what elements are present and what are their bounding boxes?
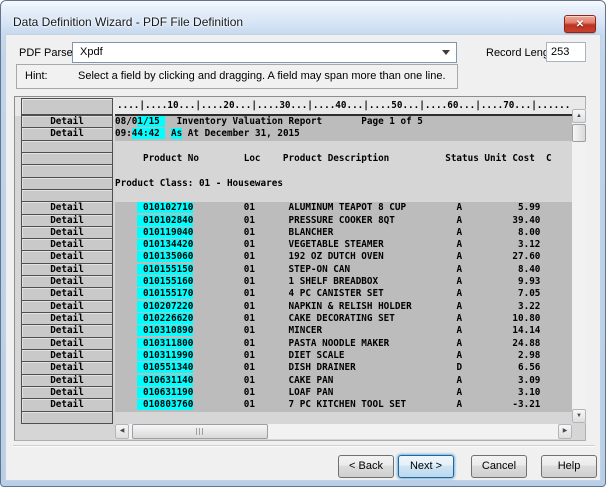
selected-field-highlight: 010226620 bbox=[137, 313, 193, 324]
selected-field-highlight: 010135060 bbox=[137, 251, 193, 262]
scroll-right-icon[interactable]: ▶ bbox=[558, 424, 572, 439]
horizontal-scrollbar[interactable]: ◀ ▶ bbox=[115, 424, 572, 439]
close-button[interactable]: ✕ bbox=[564, 15, 596, 33]
hint-box: Hint: Select a field by clicking and dra… bbox=[16, 64, 458, 89]
selected-field-highlight: 010551340 bbox=[137, 362, 193, 373]
scrollbar-grip bbox=[196, 428, 204, 435]
window-title: Data Definition Wizard - PDF File Defini… bbox=[13, 15, 243, 29]
column-ruler: ....|....10...|....20...|....30...|....4… bbox=[117, 100, 573, 111]
row-data[interactable]: 09:44:42 As At December 31, 2015 bbox=[115, 128, 572, 140]
scroll-down-icon[interactable]: ▼ bbox=[572, 409, 586, 423]
selected-field-highlight: 44:42 bbox=[132, 128, 166, 139]
row-data[interactable] bbox=[115, 165, 572, 177]
pdf-parser-value: Xpdf bbox=[80, 46, 103, 58]
row-data[interactable]: 010207220 01 NAPKIN & RELISH HOLDER A 3.… bbox=[115, 301, 572, 313]
back-button[interactable]: < Back bbox=[338, 455, 394, 478]
selected-field-highlight: 010134420 bbox=[137, 239, 193, 250]
selected-field-highlight: 010119040 bbox=[137, 227, 193, 238]
hint-text: Select a field by clicking and dragging.… bbox=[78, 70, 446, 82]
grid-row bbox=[15, 412, 585, 424]
row-data[interactable] bbox=[115, 141, 572, 153]
row-data[interactable] bbox=[115, 190, 572, 202]
row-data[interactable]: 010134420 01 VEGETABLE STEAMER A 3.12 bbox=[115, 239, 572, 251]
dialog-window: Data Definition Wizard - PDF File Defini… bbox=[0, 0, 606, 487]
selected-field-highlight: As bbox=[171, 128, 182, 139]
vertical-scrollbar-thumb[interactable] bbox=[572, 124, 586, 142]
selected-field-highlight: 010102840 bbox=[137, 215, 193, 226]
scroll-left-icon[interactable]: ◀ bbox=[115, 424, 129, 439]
row-type-cell[interactable] bbox=[21, 411, 113, 425]
row-data[interactable]: 010155170 01 4 PC CANISTER SET A 7.05 bbox=[115, 288, 572, 300]
row-data[interactable]: 010102840 01 PRESSURE COOKER 8QT A 39.40 bbox=[115, 215, 572, 227]
record-length-input[interactable] bbox=[546, 42, 586, 62]
row-data[interactable]: Product Class: 01 - Housewares bbox=[115, 178, 572, 190]
next-button[interactable]: Next > bbox=[398, 455, 454, 478]
button-area-divider bbox=[13, 445, 595, 447]
row-data[interactable]: Product No Loc Product Description Statu… bbox=[115, 153, 572, 165]
vertical-scrollbar[interactable]: ▲ ▼ bbox=[572, 109, 586, 423]
row-data[interactable]: 010310890 01 MINCER A 14.14 bbox=[115, 325, 572, 337]
pdf-parser-select[interactable]: Xpdf bbox=[72, 42, 457, 63]
selected-field-highlight: 1/15 bbox=[137, 116, 165, 127]
row-data[interactable]: 010119040 01 BLANCHER A 8.00 bbox=[115, 227, 572, 239]
close-icon: ✕ bbox=[565, 18, 595, 31]
horizontal-scrollbar-thumb[interactable] bbox=[132, 424, 268, 439]
selected-field-highlight: 010207220 bbox=[137, 301, 193, 312]
selected-field-highlight: 010155160 bbox=[137, 276, 193, 287]
row-data[interactable]: 010226620 01 CAKE DECORATING SET A 10.80 bbox=[115, 313, 572, 325]
selected-field-highlight: 010311990 bbox=[137, 350, 193, 361]
title-bar: Data Definition Wizard - PDF File Defini… bbox=[1, 1, 605, 34]
help-button[interactable]: Help bbox=[541, 455, 597, 478]
row-data[interactable]: 010155160 01 1 SHELF BREADBOX A 9.93 bbox=[115, 276, 572, 288]
field-selection-grid: ....|....10...|....20...|....30...|....4… bbox=[14, 96, 586, 441]
selected-field-highlight: 010631190 bbox=[137, 387, 193, 398]
report-rows: Detail08/01/15 Inventory Valuation Repor… bbox=[15, 116, 585, 424]
selected-field-highlight: 010155150 bbox=[137, 264, 193, 275]
selected-field-highlight: 010631140 bbox=[137, 375, 193, 386]
cancel-button[interactable]: Cancel bbox=[471, 455, 527, 478]
row-data[interactable]: 010311800 01 PASTA NOODLE MAKER A 24.88 bbox=[115, 338, 572, 350]
row-type-header-cell bbox=[21, 98, 113, 115]
chevron-down-icon bbox=[442, 50, 450, 55]
row-data[interactable]: 010551340 01 DISH DRAINER D 6.56 bbox=[115, 362, 572, 374]
selected-field-highlight: 010310890 bbox=[137, 325, 193, 336]
row-data[interactable]: 010631140 01 CAKE PAN A 3.09 bbox=[115, 375, 572, 387]
scroll-up-icon[interactable]: ▲ bbox=[572, 109, 586, 123]
row-data[interactable]: 08/01/15 Inventory Valuation Report Page… bbox=[115, 116, 572, 128]
row-data[interactable]: 010631190 01 LOAF PAN A 3.10 bbox=[115, 387, 572, 399]
selected-field-highlight: 010803760 bbox=[137, 399, 193, 410]
row-data[interactable]: 010102710 01 ALUMINUM TEAPOT 8 CUP A 5.9… bbox=[115, 202, 572, 214]
selected-field-highlight: 010102710 bbox=[137, 202, 193, 213]
row-data[interactable]: 010155150 01 STEP-ON CAN A 8.40 bbox=[115, 264, 572, 276]
row-data[interactable]: 010311990 01 DIET SCALE A 2.98 bbox=[115, 350, 572, 362]
row-data[interactable] bbox=[115, 412, 572, 424]
selected-field-highlight: 010155170 bbox=[137, 288, 193, 299]
selected-field-highlight: 010311800 bbox=[137, 338, 193, 349]
row-data[interactable]: 010803760 01 7 PC KITCHEN TOOL SET A -3.… bbox=[115, 399, 572, 411]
hint-label: Hint: bbox=[25, 70, 48, 82]
row-data[interactable]: 010135060 01 192 OZ DUTCH OVEN A 27.60 bbox=[115, 251, 572, 263]
pdf-parser-label: PDF Parser bbox=[19, 47, 76, 59]
